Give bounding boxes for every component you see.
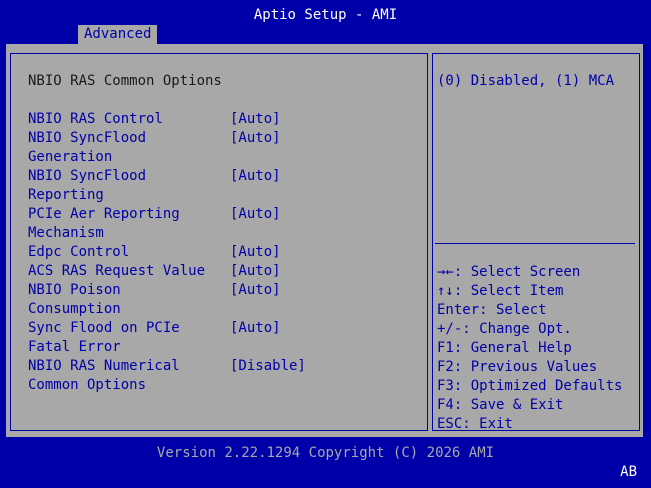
version-footer: Version 2.22.1294 Copyright (C) 2026 AMI [156,445,495,461]
setting-label-continued: Common Options [28,377,147,393]
setting-value[interactable]: [Auto] [230,167,281,186]
tab-advanced[interactable]: Advanced [78,25,158,44]
setting-label: Sync Flood on PCIe [28,320,180,336]
key-select-screen: →←: Select Screen [437,264,581,280]
key-enter: Enter: Select [437,302,547,318]
key-f4: F4: Save & Exit [437,397,564,413]
setting-label: NBIO RAS Numerical [28,358,180,374]
setup-frame: NBIO RAS Common Options NBIO RAS Control… [6,44,643,437]
key-select-item: ↑↓: Select Item [437,283,564,299]
setting-label-continued: Consumption [28,301,121,317]
setting-label-continued: Fatal Error [28,339,121,355]
setting-value[interactable]: [Disable] [230,357,306,376]
setting-label: NBIO SyncFlood [28,130,147,146]
setting-label-continued: Generation [28,149,113,165]
setting-label-continued: Reporting [28,187,104,203]
key-f2: F2: Previous Values [437,359,598,375]
key-f3: F3: Optimized Defaults [437,378,623,394]
settings-panel: NBIO RAS Common Options NBIO RAS Control… [10,53,428,431]
setting-value[interactable]: [Auto] [230,319,281,338]
help-description: (0) Disabled, (1) MCA [437,73,615,89]
setting-value[interactable]: [Auto] [230,110,281,129]
setting-value[interactable]: [Auto] [230,129,281,148]
setting-label: NBIO Poison [28,282,121,298]
setting-label: PCIe Aer Reporting [28,206,180,222]
bios-screen: Aptio Setup - AMI Advanced NBIO RAS Comm… [0,0,651,488]
key-f1: F1: General Help [437,340,572,356]
section-title: NBIO RAS Common Options [28,73,222,89]
setting-label: NBIO RAS Control [28,111,163,127]
help-panel: (0) Disabled, (1) MCA →←: Select Screen … [432,53,640,434]
key-change-opt: +/-: Change Opt. [437,321,572,337]
setting-value[interactable]: [Auto] [230,205,281,224]
setting-value[interactable]: [Auto] [230,262,281,281]
setup-title: Aptio Setup - AMI [253,7,398,23]
setting-label: NBIO SyncFlood [28,168,147,184]
setting-label: ACS RAS Request Value [28,263,206,279]
setting-label: Edpc Control [28,244,130,260]
corner-code: AB [620,464,637,480]
setting-value[interactable]: [Auto] [230,243,281,262]
help-divider [435,243,635,244]
setting-label-continued: Mechanism [28,225,104,241]
setting-value[interactable]: [Auto] [230,281,281,300]
key-esc: ESC: Exit [437,416,513,432]
key-legend: →←: Select Screen ↑↓: Select Item Enter:… [437,263,622,434]
